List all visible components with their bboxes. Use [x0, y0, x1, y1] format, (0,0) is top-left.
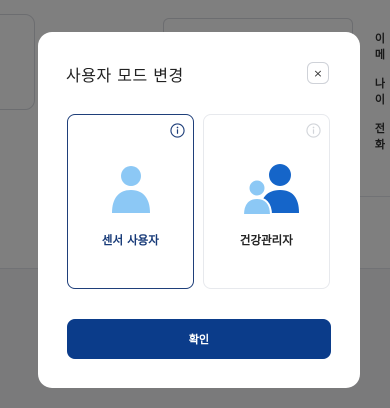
close-button[interactable]: × — [307, 62, 329, 84]
dialog-title: 사용자 모드 변경 — [66, 66, 184, 85]
confirm-button[interactable]: 확인 — [67, 319, 331, 359]
user-mode-dialog: 사용자 모드 변경 × 센서 사용자 건강관리자 확인 — [38, 32, 360, 388]
single-person-icon — [112, 166, 150, 213]
info-icon[interactable] — [306, 123, 321, 138]
option-label: 건강관리자 — [240, 233, 293, 247]
group-people-icon — [242, 164, 299, 216]
option-health-manager[interactable]: 건강관리자 — [203, 114, 330, 289]
option-label: 센서 사용자 — [102, 233, 159, 247]
option-sensor-user[interactable]: 센서 사용자 — [67, 114, 194, 289]
info-icon[interactable] — [170, 123, 185, 138]
